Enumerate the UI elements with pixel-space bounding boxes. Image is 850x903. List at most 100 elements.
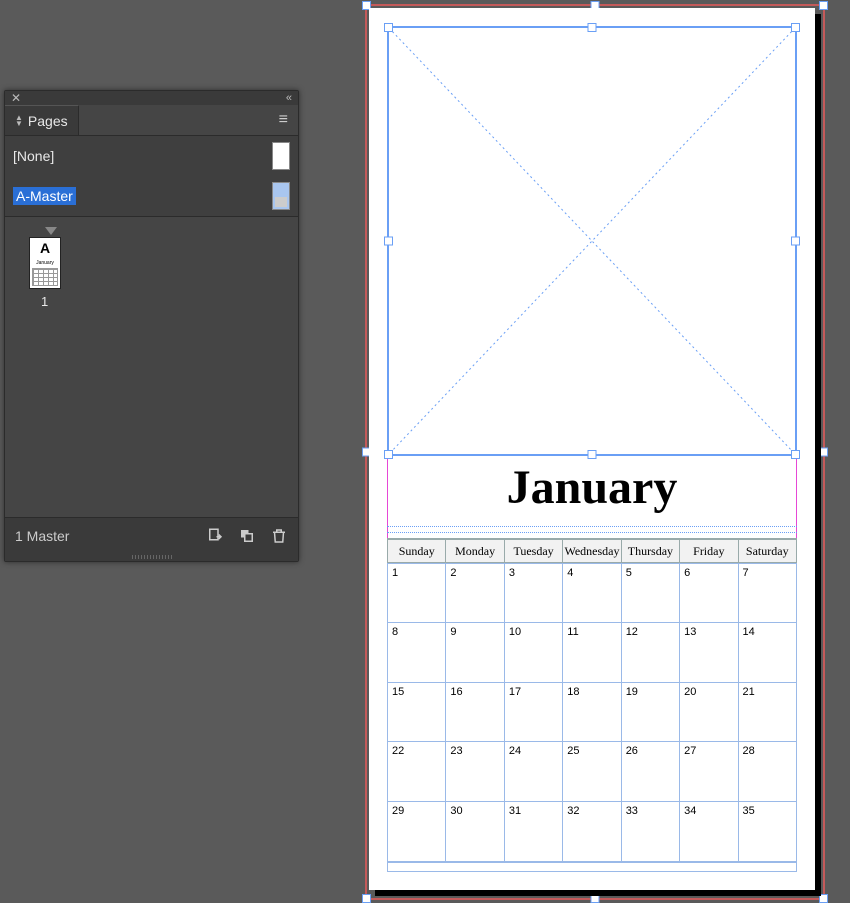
insert-pointer-icon [45,227,57,235]
day-cell[interactable]: 2 [446,563,504,623]
day-cell[interactable]: 9 [446,623,504,683]
day-cell[interactable]: 21 [739,683,797,743]
day-cell[interactable]: 12 [622,623,680,683]
panel-resize-grip[interactable] [5,553,298,561]
table-row: 29 30 31 32 33 34 35 [387,802,797,862]
day-cell[interactable]: 17 [505,683,563,743]
panel-tabs: ▲▼ Pages ≡ [5,105,298,135]
day-cell[interactable]: 1 [387,563,446,623]
table-row: 15 16 17 18 19 20 21 [387,683,797,743]
day-cell[interactable]: 27 [680,742,738,802]
page-thumb-title: January [30,260,60,266]
updown-icon: ▲▼ [15,115,23,127]
handle-mr[interactable] [791,237,800,246]
collapse-icon[interactable]: « [286,92,292,104]
page-thumb-letter: A [30,240,60,256]
handle-tr[interactable] [819,1,828,10]
day-cell[interactable]: 25 [563,742,621,802]
page-thumb-grid [32,268,58,286]
weekday-header: Monday [446,539,504,563]
weekday-header: Saturday [739,539,797,563]
day-cell[interactable]: 13 [680,623,738,683]
panel-titlebar[interactable]: ✕ « [5,91,298,105]
trash-icon[interactable] [270,527,288,545]
page-thumbnail[interactable]: A January [29,237,61,289]
panel-menu-icon[interactable]: ≡ [279,105,298,135]
day-cell[interactable]: 16 [446,683,504,743]
tab-pages[interactable]: ▲▼ Pages [5,105,79,135]
day-cell[interactable]: 26 [622,742,680,802]
day-cell[interactable]: 8 [387,623,446,683]
day-cell[interactable]: 14 [739,623,797,683]
day-cell[interactable]: 20 [680,683,738,743]
master-thumb-a[interactable] [272,182,290,210]
day-cell[interactable]: 30 [446,802,504,862]
master-label: A-Master [13,187,76,205]
weekday-header: Wednesday [563,539,621,563]
day-cell[interactable]: 18 [563,683,621,743]
handle-bl[interactable] [362,894,371,903]
day-cell[interactable]: 19 [622,683,680,743]
handle-br[interactable] [819,894,828,903]
day-cell[interactable]: 11 [563,623,621,683]
master-thumb-none[interactable] [272,142,290,170]
pages-list[interactable]: A January 1 [5,217,298,517]
tab-label: Pages [28,113,68,129]
frame-placeholder-x-icon [389,28,795,454]
day-cell[interactable]: 5 [622,563,680,623]
day-cell[interactable]: 32 [563,802,621,862]
weekday-header: Thursday [622,539,680,563]
calendar-header-row: Sunday Monday Tuesday Wednesday Thursday… [387,539,797,563]
day-cell[interactable]: 15 [387,683,446,743]
day-cell[interactable]: 29 [387,802,446,862]
page-number-label: 1 [41,294,48,309]
calendar-table[interactable]: Sunday Monday Tuesday Wednesday Thursday… [387,538,797,862]
masters-list: [None] A-Master [5,135,298,217]
day-cell[interactable]: 3 [505,563,563,623]
table-row: 22 23 24 25 26 27 28 [387,742,797,802]
table-row: 1 2 3 4 5 6 7 [387,563,797,623]
handle-tc[interactable] [588,23,597,32]
weekday-header: Tuesday [505,539,563,563]
close-icon[interactable]: ✕ [11,92,21,104]
day-cell[interactable]: 35 [739,802,797,862]
master-row-a-master[interactable]: A-Master [5,176,298,216]
layers-icon[interactable] [238,527,256,545]
handle-br[interactable] [791,450,800,459]
day-cell[interactable]: 10 [505,623,563,683]
weekday-header: Sunday [387,539,446,563]
new-page-icon[interactable] [206,527,224,545]
bottom-frame[interactable] [387,862,797,872]
day-cell[interactable]: 33 [622,802,680,862]
calendar-body: 1 2 3 4 5 6 7 8 9 10 11 12 13 14 [387,563,797,862]
day-cell[interactable]: 23 [446,742,504,802]
pages-panel: ✕ « ▲▼ Pages ≡ [None] A-Master A January… [4,90,299,562]
panel-footer: 1 Master [5,517,298,553]
handle-tr[interactable] [791,23,800,32]
master-label: [None] [13,148,54,164]
guide-line[interactable] [387,532,797,533]
day-cell[interactable]: 28 [739,742,797,802]
day-cell[interactable]: 34 [680,802,738,862]
handle-bl[interactable] [384,450,393,459]
day-cell[interactable]: 31 [505,802,563,862]
master-row-none[interactable]: [None] [5,136,298,176]
handle-bc[interactable] [591,894,600,903]
month-title[interactable]: January [369,460,815,515]
day-cell[interactable]: 6 [680,563,738,623]
table-row: 8 9 10 11 12 13 14 [387,623,797,683]
document-canvas[interactable]: January Sunday Monday Tuesday Wednesday … [365,0,825,900]
handle-ml[interactable] [384,237,393,246]
day-cell[interactable]: 22 [387,742,446,802]
handle-mr[interactable] [819,448,828,457]
day-cell[interactable]: 4 [563,563,621,623]
handle-bc[interactable] [588,450,597,459]
weekday-header: Friday [680,539,738,563]
handle-tl[interactable] [384,23,393,32]
day-cell[interactable]: 7 [739,563,797,623]
footer-status: 1 Master [15,528,192,544]
page[interactable]: January Sunday Monday Tuesday Wednesday … [369,8,815,890]
day-cell[interactable]: 24 [505,742,563,802]
image-frame[interactable] [387,26,797,456]
guide-line[interactable] [387,526,797,527]
